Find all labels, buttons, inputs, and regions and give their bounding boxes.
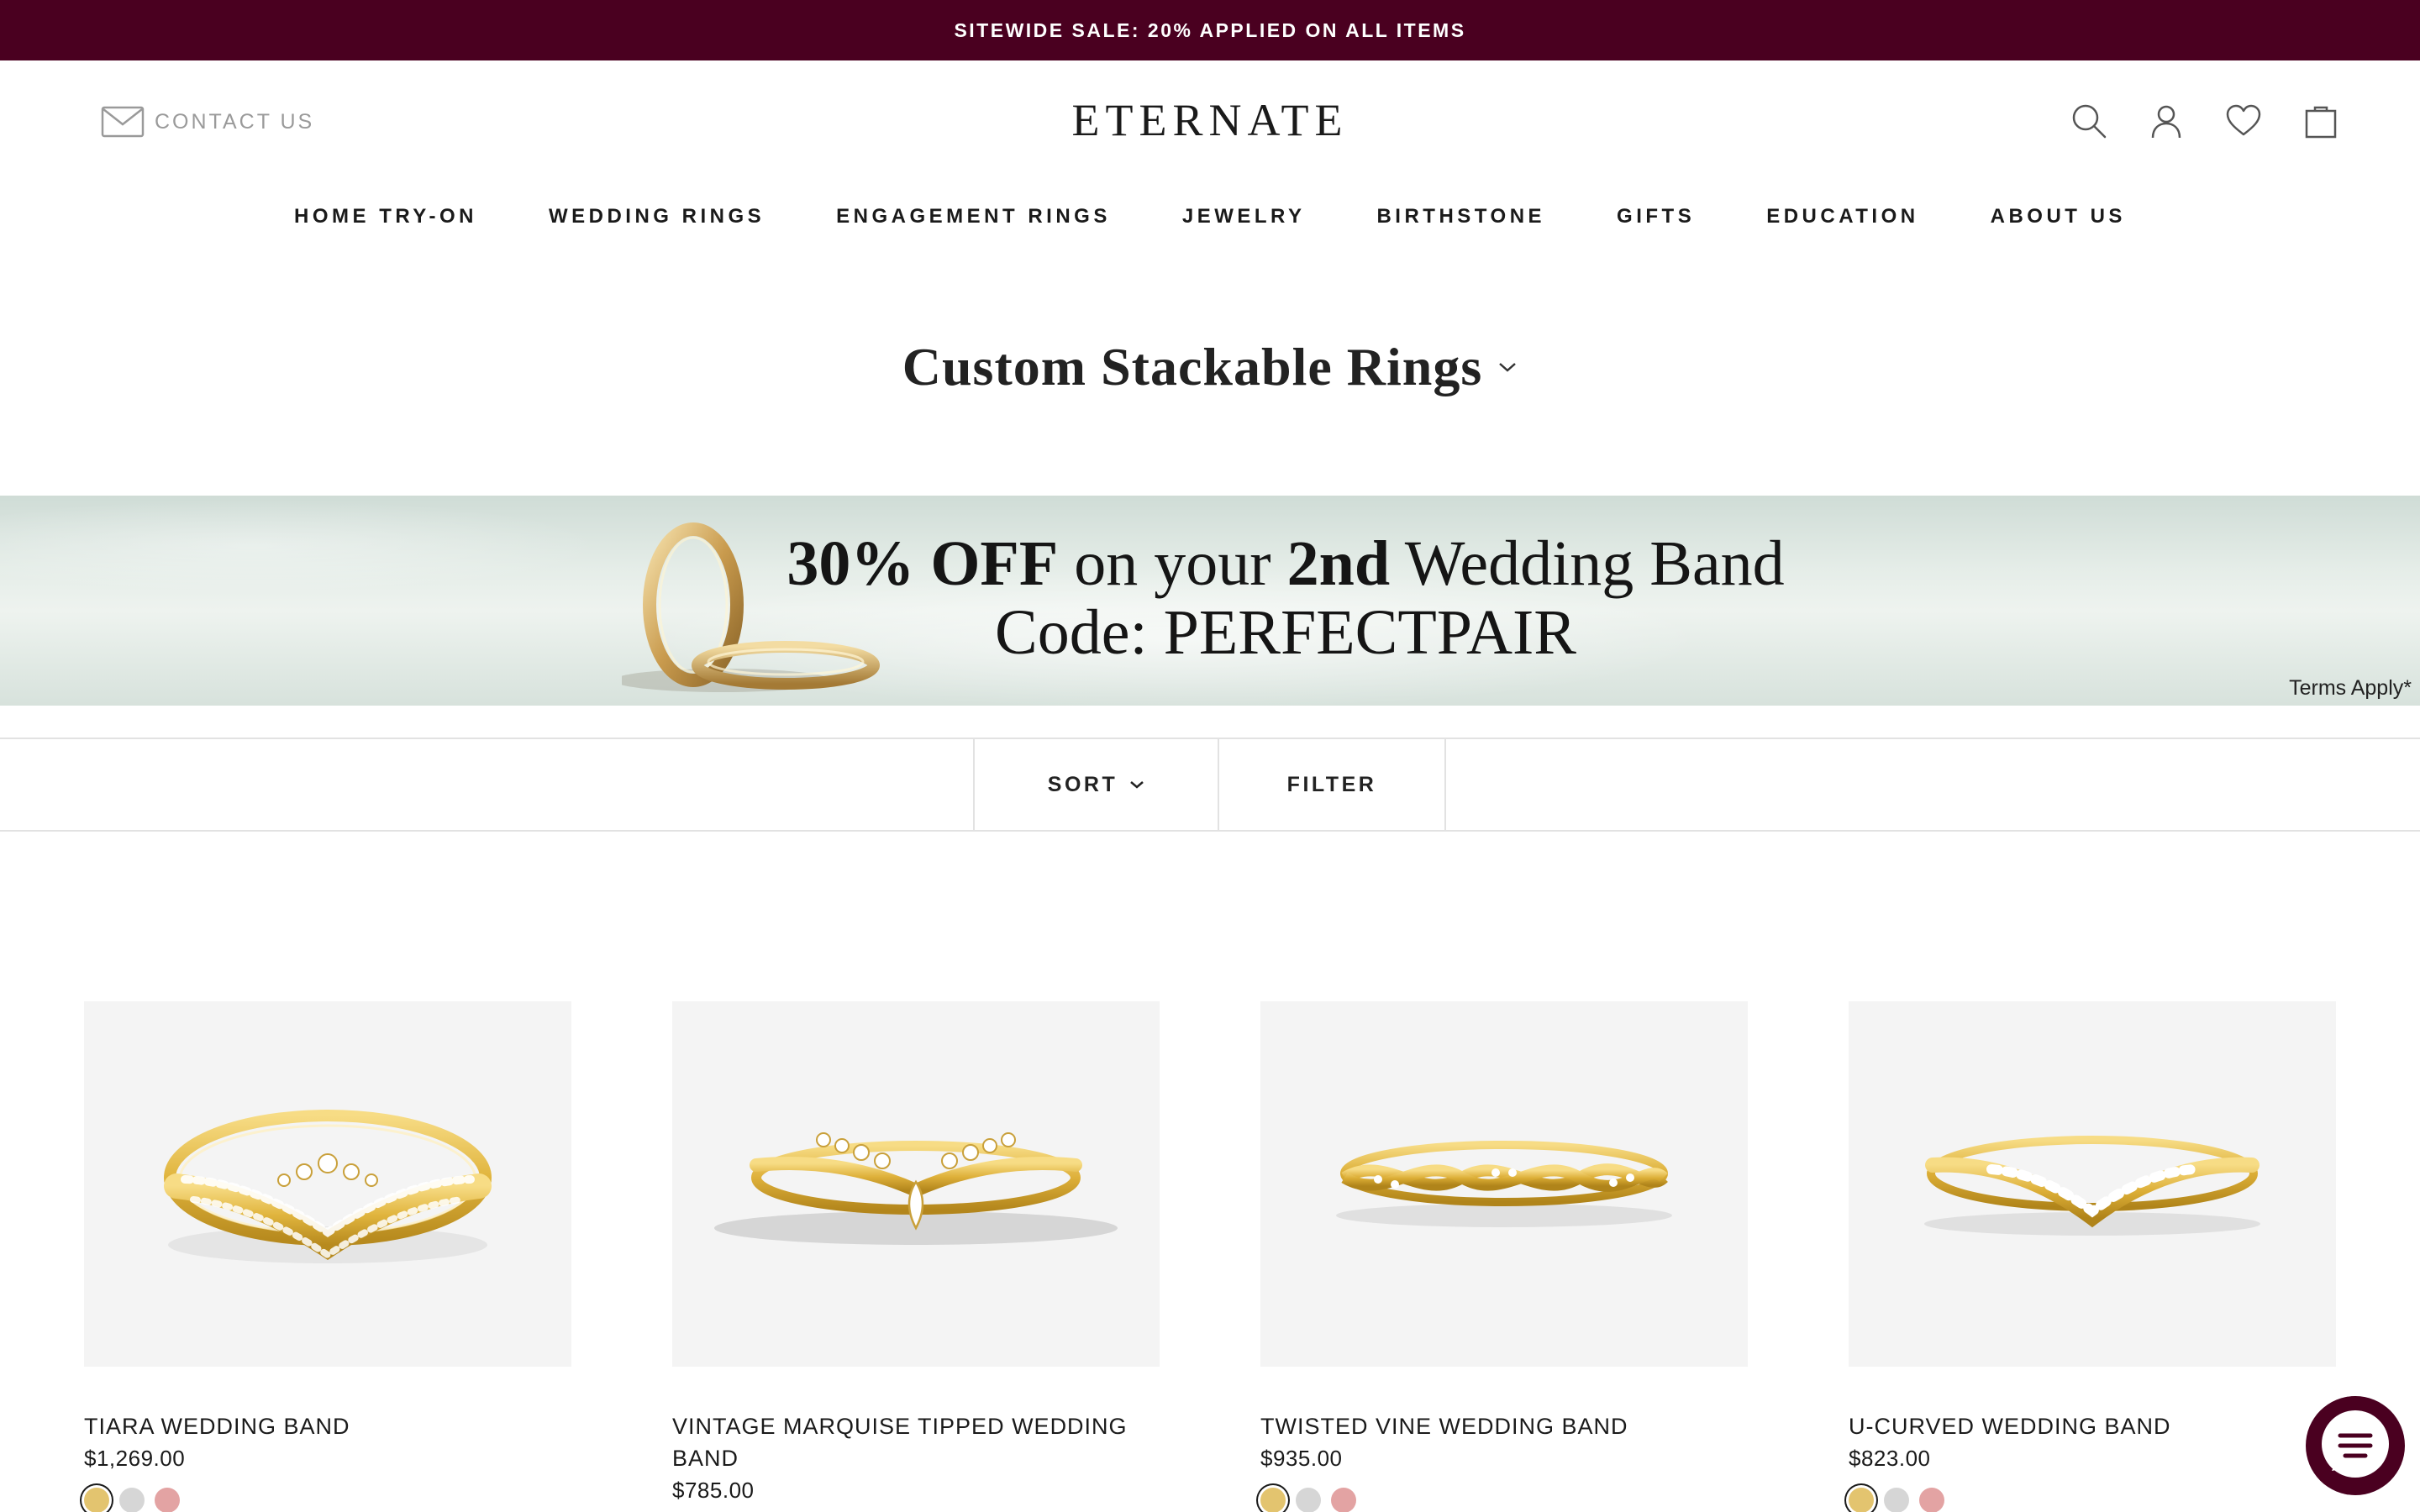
sort-filter-toolbar: SORT FILTER: [0, 738, 2420, 832]
banner-offer-tail: Wedding Band: [1390, 528, 1785, 599]
chat-button[interactable]: [2306, 1396, 2405, 1495]
metal-swatches: [84, 1488, 571, 1512]
nav-home-try-on[interactable]: HOME TRY-ON: [294, 205, 477, 228]
promo-banner[interactable]: 30% OFF on your 2nd Wedding Band Code: P…: [0, 496, 2420, 706]
banner-offer-mid: on your: [1058, 528, 1287, 599]
swatch-rose-gold[interactable]: [155, 1488, 180, 1512]
metal-swatches: [1849, 1488, 2336, 1512]
account-icon[interactable]: [2148, 102, 2185, 139]
swatch-rose-gold[interactable]: [1919, 1488, 1944, 1512]
swatch-white-gold[interactable]: [1884, 1488, 1909, 1512]
tiara-ring-image: [164, 1110, 492, 1263]
terms-apply-link[interactable]: Terms Apply*: [2289, 676, 2412, 701]
product-price: $785.00: [672, 1478, 755, 1503]
twisted-vine-ring-image: [1336, 1141, 1672, 1227]
nav-birthstone[interactable]: BIRTHSTONE: [1376, 205, 1545, 228]
swatch-white-gold[interactable]: [119, 1488, 145, 1512]
banner-offer-percent: 30% OFF: [786, 528, 1059, 599]
filter-label: FILTER: [1286, 772, 1377, 796]
brand-logo[interactable]: ETERNATE: [0, 94, 2420, 146]
product-name[interactable]: TWISTED VINE WEDDING BAND: [1260, 1410, 1748, 1442]
header-actions: [2070, 102, 2339, 139]
wishlist-icon[interactable]: [2225, 102, 2262, 139]
nav-jewelry[interactable]: JEWELRY: [1182, 205, 1306, 228]
product-price: $823.00: [1849, 1446, 1931, 1471]
swatch-yellow-gold[interactable]: [84, 1488, 109, 1512]
product-price: $935.00: [1260, 1446, 1343, 1471]
search-icon[interactable]: [2070, 102, 2107, 139]
nav-about-us[interactable]: ABOUT US: [1991, 205, 2126, 228]
chevron-down-icon: [1130, 781, 1144, 789]
swatch-yellow-gold[interactable]: [1260, 1488, 1286, 1512]
product-name[interactable]: U-CURVED WEDDING BAND: [1849, 1410, 2336, 1442]
banner-promo-code: Code: PERFECTPAIR: [995, 597, 1576, 668]
promo-bar: SITEWIDE SALE: 20% APPLIED ON ALL ITEMS: [0, 0, 2420, 60]
product-image[interactable]: [1849, 1001, 2336, 1367]
page-title: Custom Stackable Rings: [902, 337, 1483, 396]
collection-title-dropdown[interactable]: Custom Stackable Rings: [0, 336, 2420, 398]
nav-education[interactable]: EDUCATION: [1766, 205, 1918, 228]
promo-text: SITEWIDE SALE: 20% APPLIED ON ALL ITEMS: [954, 18, 1466, 41]
chat-icon: [2322, 1410, 2389, 1478]
nav-engagement-rings[interactable]: ENGAGEMENT RINGS: [836, 205, 1111, 228]
filter-button[interactable]: FILTER: [1219, 739, 1446, 830]
product-card[interactable]: TWISTED VINE WEDDING BAND $935.00: [1260, 1001, 1748, 1512]
product-name[interactable]: TIARA WEDDING BAND: [84, 1410, 571, 1442]
swatch-white-gold[interactable]: [1296, 1488, 1321, 1512]
product-card[interactable]: U-CURVED WEDDING BAND $823.00: [1849, 1001, 2336, 1512]
banner-offer-ordinal: 2nd: [1286, 528, 1391, 599]
metal-swatches: [1260, 1488, 1748, 1512]
product-price: $1,269.00: [84, 1446, 186, 1471]
marquise-ring-image: [714, 1132, 1118, 1245]
product-card[interactable]: VINTAGE MARQUISE TIPPED WEDDING BAND $78…: [672, 1001, 1160, 1506]
cart-icon[interactable]: [2302, 102, 2339, 139]
nav-gifts[interactable]: GIFTS: [1617, 205, 1695, 228]
banner-offer-line: 30% OFF on your 2nd Wedding Band: [0, 528, 2420, 599]
product-card[interactable]: TIARA WEDDING BAND $1,269.00: [84, 1001, 571, 1512]
chevron-down-icon: [1499, 363, 1517, 372]
sort-button[interactable]: SORT: [973, 739, 1219, 830]
swatch-rose-gold[interactable]: [1331, 1488, 1356, 1512]
u-curved-ring-image: [1924, 1136, 2260, 1236]
nav-wedding-rings[interactable]: WEDDING RINGS: [549, 205, 765, 228]
main-nav: HOME TRY-ON WEDDING RINGS ENGAGEMENT RIN…: [0, 205, 2420, 228]
product-image[interactable]: [672, 1001, 1160, 1367]
product-image[interactable]: [84, 1001, 571, 1367]
product-image[interactable]: [1260, 1001, 1748, 1367]
sort-label: SORT: [1047, 772, 1118, 796]
swatch-yellow-gold[interactable]: [1849, 1488, 1874, 1512]
product-name[interactable]: VINTAGE MARQUISE TIPPED WEDDING BAND: [672, 1410, 1160, 1474]
